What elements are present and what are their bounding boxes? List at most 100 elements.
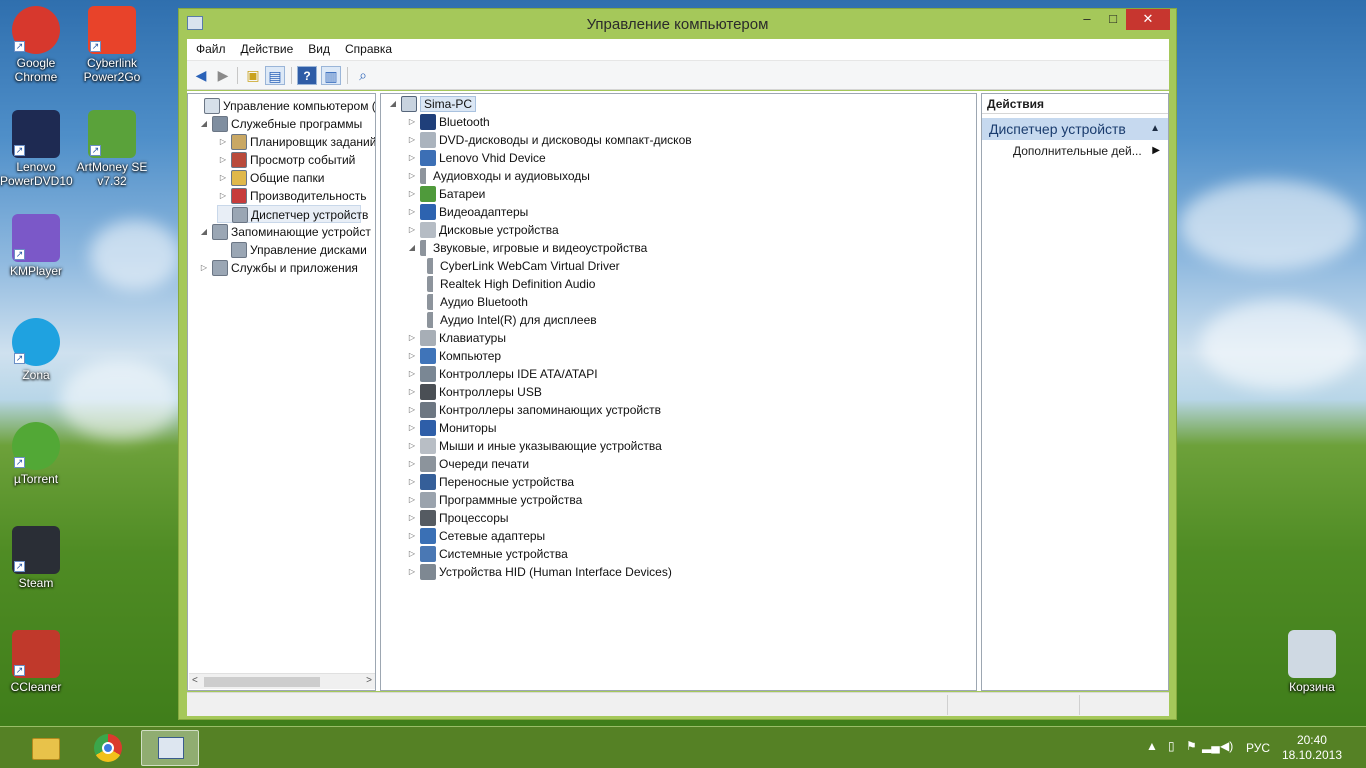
- desktop-shortcut[interactable]: ↗ KMPlayer: [0, 214, 72, 278]
- collapse-arrow-icon[interactable]: ◢: [198, 115, 210, 133]
- collapse-icon[interactable]: ▲: [1150, 118, 1160, 140]
- device-category[interactable]: ▷ Контроллеры запоминающих устройств: [406, 401, 661, 419]
- device-category[interactable]: ▷ Системные устройства: [406, 545, 568, 563]
- device-category[interactable]: ▷ Мониторы: [406, 419, 496, 437]
- desktop-shortcut[interactable]: ↗ µTorrent: [0, 422, 72, 486]
- expand-arrow-icon[interactable]: ▷: [406, 383, 418, 401]
- expand-arrow-icon[interactable]: ▷: [198, 259, 210, 277]
- device-category[interactable]: ▷ Компьютер: [406, 347, 501, 365]
- tree-item[interactable]: ◢ Служебные программы: [198, 115, 362, 133]
- device-category[interactable]: ▷ Lenovo Vhid Device: [406, 149, 546, 167]
- device-category[interactable]: ▷ Клавиатуры: [406, 329, 506, 347]
- close-button[interactable]: ✕: [1126, 9, 1170, 30]
- menu-view[interactable]: Вид: [299, 39, 336, 56]
- expand-arrow-icon[interactable]: ▷: [406, 455, 418, 473]
- collapse-arrow-icon[interactable]: ◢: [387, 95, 399, 113]
- device-list-item[interactable]: Realtek High Definition Audio: [425, 275, 595, 293]
- help-icon[interactable]: ?: [297, 66, 317, 85]
- expand-arrow-icon[interactable]: ▷: [406, 401, 418, 419]
- desktop-shortcut[interactable]: ↗ CCleaner: [0, 630, 72, 694]
- expand-arrow-icon[interactable]: ▷: [217, 169, 229, 187]
- expand-arrow-icon[interactable]: ▷: [217, 187, 229, 205]
- desktop-shortcut[interactable]: ↗ Google Chrome: [0, 6, 72, 84]
- maximize-button[interactable]: □: [1100, 9, 1126, 30]
- desktop-shortcut[interactable]: ↗ Cyberlink Power2Go: [76, 6, 148, 84]
- expand-arrow-icon[interactable]: ▷: [406, 491, 418, 509]
- device-category[interactable]: ▷ Дисковые устройства: [406, 221, 559, 239]
- collapse-arrow-icon[interactable]: ◢: [198, 223, 210, 241]
- expand-arrow-icon[interactable]: ▷: [406, 509, 418, 527]
- actions-section-device-manager[interactable]: Диспетчер устройств ▲: [982, 118, 1168, 140]
- menu-file[interactable]: Файл: [187, 39, 232, 56]
- back-arrow-icon[interactable]: ◀: [191, 66, 211, 85]
- device-category[interactable]: ▷ Контроллеры USB: [406, 383, 542, 401]
- expand-arrow-icon[interactable]: ▷: [406, 167, 418, 185]
- device-category[interactable]: ◢ Звуковые, игровые и видеоустройства: [406, 239, 647, 257]
- expand-arrow-icon[interactable]: ▷: [406, 563, 418, 581]
- device-category[interactable]: ▷ Очереди печати: [406, 455, 529, 473]
- expand-arrow-icon[interactable]: ▷: [406, 185, 418, 203]
- tree-item[interactable]: ▷ Планировщик заданий: [217, 133, 375, 151]
- expand-arrow-icon[interactable]: ▷: [406, 149, 418, 167]
- tree-item[interactable]: Диспетчер устройств: [217, 205, 368, 223]
- device-category[interactable]: ▷ Сетевые адаптеры: [406, 527, 545, 545]
- device-list-item[interactable]: Аудио Bluetooth: [425, 293, 528, 311]
- device-list-item[interactable]: CyberLink WebCam Virtual Driver: [425, 257, 620, 275]
- desktop-shortcut[interactable]: Корзина: [1276, 630, 1348, 694]
- expand-arrow-icon[interactable]: ▷: [406, 203, 418, 221]
- scan-hardware-icon[interactable]: ⌕: [353, 66, 373, 85]
- expand-arrow-icon[interactable]: ▷: [406, 329, 418, 347]
- desktop-shortcut[interactable]: ↗ Zona: [0, 318, 72, 382]
- tree-item[interactable]: ▷ Производительность: [217, 187, 366, 205]
- battery-icon[interactable]: ▯: [1168, 739, 1175, 753]
- desktop-shortcut[interactable]: ↗ Steam: [0, 526, 72, 590]
- device-tree-root[interactable]: ◢ Sima-PC: [387, 95, 477, 113]
- expand-arrow-icon[interactable]: ▷: [406, 545, 418, 563]
- menu-action[interactable]: Действие: [232, 39, 300, 56]
- tree-item[interactable]: Управление дисками: [217, 241, 367, 259]
- expand-arrow-icon[interactable]: ▷: [406, 419, 418, 437]
- device-category[interactable]: ▷ Процессоры: [406, 509, 509, 527]
- action-center-icon[interactable]: ⚑: [1186, 739, 1197, 753]
- expand-arrow-icon[interactable]: ▷: [217, 151, 229, 169]
- device-category[interactable]: ▷ Мыши и иные указывающие устройства: [406, 437, 662, 455]
- title-bar[interactable]: Управление компьютером – □ ✕: [179, 9, 1176, 39]
- network-signal-icon[interactable]: ▂▄: [1202, 739, 1220, 753]
- expand-arrow-icon[interactable]: ▷: [406, 527, 418, 545]
- expand-arrow-icon[interactable]: ▷: [406, 131, 418, 149]
- device-category[interactable]: ▷ Переносные устройства: [406, 473, 574, 491]
- desktop-shortcut[interactable]: ↗ ArtMoney SE v7.32: [76, 110, 148, 188]
- tree-item[interactable]: ▷ Общие папки: [217, 169, 324, 187]
- device-category[interactable]: ▷ Контроллеры IDE ATA/ATAPI: [406, 365, 598, 383]
- taskbar-file-explorer[interactable]: [16, 730, 74, 766]
- tree-item[interactable]: ◢ Запоминающие устройст: [198, 223, 371, 241]
- show-hide-action-pane-icon[interactable]: ▥: [321, 66, 341, 85]
- up-folder-icon[interactable]: ▣: [243, 66, 263, 85]
- expand-arrow-icon[interactable]: ▷: [406, 437, 418, 455]
- expand-arrow-icon[interactable]: ▷: [406, 221, 418, 239]
- forward-arrow-icon[interactable]: ▶: [213, 66, 233, 85]
- tree-item[interactable]: ▷ Просмотр событий: [217, 151, 355, 169]
- volume-icon[interactable]: ◀): [1220, 739, 1233, 753]
- collapse-arrow-icon[interactable]: ◢: [406, 239, 418, 257]
- scroll-left-icon[interactable]: <: [192, 675, 198, 686]
- expand-arrow-icon[interactable]: ▷: [217, 133, 229, 151]
- device-category[interactable]: ▷ Устройства HID (Human Interface Devices…: [406, 563, 672, 581]
- device-list-item[interactable]: Аудио Intel(R) для дисплеев: [425, 311, 597, 329]
- tree-item[interactable]: Управление компьютером (л: [190, 97, 375, 115]
- scrollbar-thumb[interactable]: [204, 677, 320, 687]
- clock[interactable]: 20:40 18.10.2013: [1282, 733, 1342, 763]
- show-hide-tree-icon[interactable]: ▤: [265, 66, 285, 85]
- menu-help[interactable]: Справка: [336, 39, 398, 56]
- more-actions-item[interactable]: Дополнительные дей... ▶: [982, 140, 1168, 162]
- show-hidden-icons-icon[interactable]: ▲: [1146, 739, 1158, 753]
- desktop-shortcut[interactable]: ↗ Lenovo PowerDVD10: [0, 110, 73, 188]
- device-category[interactable]: ▷ Программные устройства: [406, 491, 582, 509]
- minimize-button[interactable]: –: [1074, 9, 1100, 30]
- taskbar-computer-management[interactable]: [141, 730, 199, 766]
- taskbar-chrome[interactable]: [79, 730, 137, 766]
- expand-arrow-icon[interactable]: ▷: [406, 365, 418, 383]
- device-category[interactable]: ▷ Батареи: [406, 185, 485, 203]
- expand-arrow-icon[interactable]: ▷: [406, 473, 418, 491]
- device-category[interactable]: ▷ Аудиовходы и аудиовыходы: [406, 167, 590, 185]
